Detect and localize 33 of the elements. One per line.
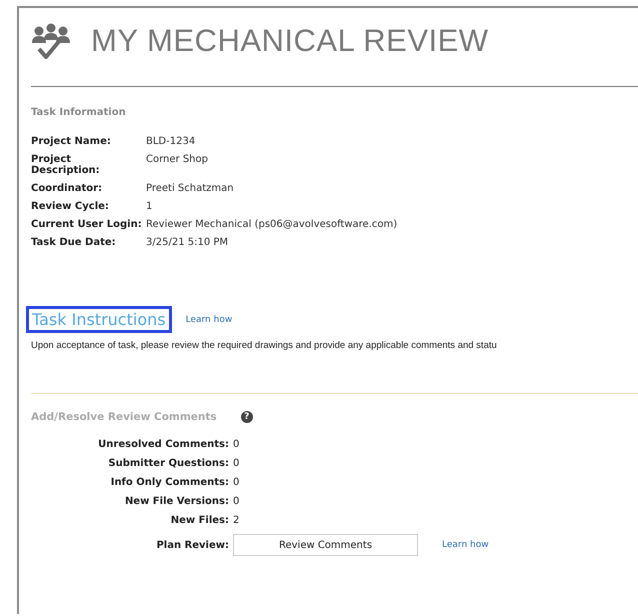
stat-value: 0 bbox=[233, 496, 240, 507]
stat-label: New File Versions: bbox=[124, 496, 229, 507]
field-value: Corner Shop bbox=[146, 154, 209, 167]
section-heading: Task Information bbox=[31, 107, 127, 118]
field-label: Current User Login: bbox=[31, 219, 143, 230]
help-icon[interactable]: ? bbox=[240, 411, 253, 423]
stat-label: New Files: bbox=[170, 515, 229, 526]
learn-how-link[interactable]: Learn how bbox=[442, 540, 489, 550]
stat-label: Unresolved Comments: bbox=[97, 439, 229, 450]
learn-how-link[interactable]: Learn how bbox=[186, 314, 232, 324]
reviewers-check-icon bbox=[31, 23, 71, 59]
stat-value: 0 bbox=[233, 477, 240, 488]
review-comments-button[interactable]: Review Comments bbox=[233, 534, 418, 556]
stat-value: 0 bbox=[233, 458, 240, 469]
plan-review-label: Plan Review: bbox=[155, 540, 229, 550]
field-label: Review Cycle: bbox=[31, 201, 110, 212]
field-value: Reviewer Mechanical (ps06@avolvesoftware.com) bbox=[146, 219, 398, 230]
field-value: 1 bbox=[146, 201, 154, 212]
page-title: MY MECHANICAL REVIEW bbox=[91, 23, 489, 59]
field-value: Preeti Schatzman bbox=[146, 183, 235, 194]
field-label: Coordinator: bbox=[31, 183, 104, 194]
section-heading: Add/Resolve Review Comments bbox=[31, 411, 217, 423]
stat-value: 0 bbox=[233, 439, 240, 450]
instructions-text: Upon acceptance of task, please review the required drawings and provide any applicable comments and statu bbox=[31, 340, 498, 351]
field-label: Project Description: bbox=[31, 154, 101, 176]
field-value: BLD-1234 bbox=[146, 136, 196, 147]
stat-value: 2 bbox=[233, 515, 240, 526]
field-value: 3/25/21 5:10 PM bbox=[146, 237, 230, 248]
stat-label: Info Only Comments: bbox=[110, 477, 229, 488]
instructions-heading: Task Instructions bbox=[26, 306, 172, 333]
field-label: Project Name: bbox=[31, 136, 112, 147]
field-label: Task Due Date: bbox=[31, 237, 117, 248]
stat-label: Submitter Questions: bbox=[107, 458, 229, 469]
